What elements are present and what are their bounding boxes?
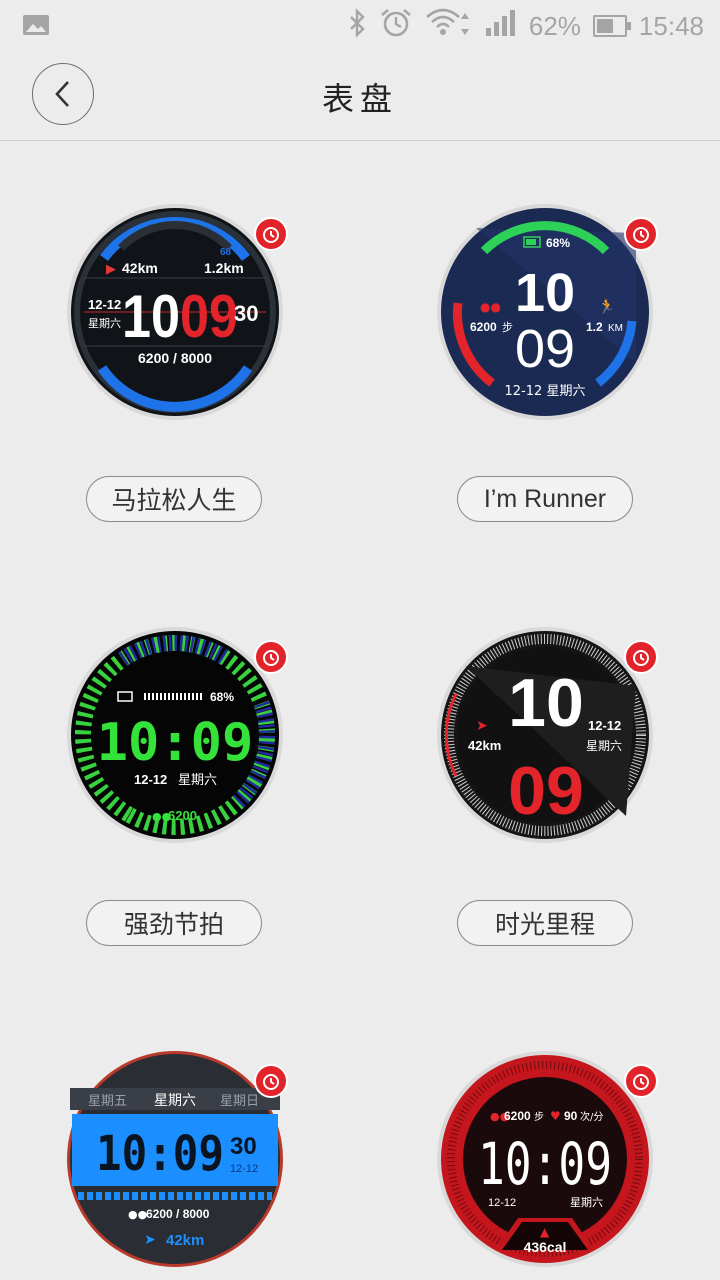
- hour: 10: [515, 263, 575, 323]
- date: 12-12: [134, 772, 167, 787]
- battery-level: [596, 19, 613, 33]
- hour: 10: [508, 665, 584, 741]
- hour: 10: [122, 283, 180, 350]
- alarm-icon: [379, 7, 413, 46]
- battery-value: 68%: [210, 690, 234, 704]
- svg-text:🏃: 🏃: [598, 298, 615, 315]
- watch-face-time-mileage[interactable]: 10 09 ➤ 42km 12-12 星期六: [436, 626, 658, 844]
- clock-badge-icon: [624, 640, 658, 674]
- battery-value: 68: [220, 247, 232, 258]
- clock-badge-icon: [254, 217, 288, 251]
- watch-face-marathon-life[interactable]: ▶ 42km 1.2km 68 12-12 星期六 10 09 30 6200 …: [66, 203, 288, 421]
- weekday: 星期六: [586, 739, 622, 753]
- watch-face-red-calorie[interactable]: ●● 6200 步 ♥ 90 次/分 10:09 12-12 星期六 ▲ 436…: [436, 1050, 658, 1268]
- steps: 6200: [470, 320, 497, 334]
- date: 12-12: [88, 297, 121, 312]
- face-name-strong-beat[interactable]: 强劲节拍: [86, 900, 262, 946]
- steps: 6200 / 8000: [146, 1207, 210, 1221]
- distance-unit: KM: [608, 323, 623, 334]
- face-name-marathon-life[interactable]: 马拉松人生: [86, 476, 262, 522]
- time: 10:09: [478, 1130, 612, 1198]
- clock-badge-icon: [624, 217, 658, 251]
- face-name-im-runner[interactable]: I’m Runner: [457, 476, 633, 522]
- weekday: 星期六: [570, 1196, 603, 1209]
- calories: 436cal: [524, 1239, 567, 1255]
- time: 10:09: [96, 1126, 224, 1182]
- svg-text:▶: ▶: [106, 262, 116, 277]
- bluetooth-icon: [347, 7, 367, 45]
- status-bar: 62% 15:48: [0, 0, 720, 52]
- heart-icon: ♥: [550, 1109, 561, 1123]
- watch-face-blue-digital[interactable]: 星期五 星期六 星期日 10:09 30 12-12 ●● 6200 / 800…: [66, 1050, 288, 1268]
- steps-unit: 步: [502, 321, 513, 334]
- wifi-icon: [425, 7, 473, 46]
- distance-today: 1.2km: [204, 260, 244, 276]
- clock: 15:48: [638, 10, 704, 41]
- day-next: 星期日: [220, 1094, 259, 1109]
- second: 30: [230, 1133, 257, 1160]
- battery-icon: [592, 15, 631, 37]
- weekday: 星期六: [88, 317, 121, 330]
- watch-face-im-runner[interactable]: 68% 10 09 ●● 6200 步 🏃 1.2 KM 12-12 星期六: [436, 203, 658, 421]
- day-current: 星期六: [154, 1093, 196, 1109]
- battery-percent: 62%: [528, 10, 581, 41]
- flame-icon: ▲: [540, 1225, 550, 1239]
- distance: 42km: [166, 1232, 204, 1249]
- gallery-notification-icon: [22, 13, 50, 41]
- weekday: 星期六: [178, 773, 217, 788]
- steps: 6200 / 8000: [138, 350, 212, 366]
- distance: 1.2: [586, 320, 603, 334]
- steps-unit: 步: [534, 1111, 544, 1123]
- steps: 6200: [168, 808, 197, 823]
- heart-rate: 90: [564, 1109, 578, 1123]
- minute: 09: [515, 319, 575, 379]
- date: 12-12: [488, 1197, 516, 1209]
- minute: 09: [508, 753, 584, 829]
- battery-value: 68%: [546, 236, 570, 250]
- watch-face-strong-beat[interactable]: 68% 10:09 12-12 星期六 ●● 6200: [66, 626, 288, 844]
- clock-badge-icon: [254, 1064, 288, 1098]
- distance-run: 42km: [122, 260, 158, 276]
- distance: 42km: [468, 738, 501, 753]
- date: 12-12: [588, 718, 621, 733]
- date: 12-12: [230, 1163, 258, 1175]
- time: 10:09: [97, 713, 254, 773]
- svg-text:●●: ●●: [480, 300, 501, 314]
- clock-badge-icon: [254, 640, 288, 674]
- clock-badge-icon: [624, 1064, 658, 1098]
- date: 12-12 星期六: [505, 384, 586, 399]
- page-title: 表盘: [321, 80, 398, 118]
- minute: 09: [180, 283, 238, 350]
- steps: 6200: [504, 1109, 531, 1123]
- svg-text:➤: ➤: [144, 1232, 156, 1248]
- day-prev: 星期五: [88, 1094, 127, 1109]
- svg-text:●●: ●●: [128, 1208, 147, 1221]
- heart-rate-unit: 次/分: [580, 1110, 603, 1123]
- signal-icon: [485, 8, 517, 45]
- face-name-time-mileage[interactable]: 时光里程: [457, 900, 633, 946]
- svg-text:➤: ➤: [476, 718, 488, 734]
- title-bar: 表盘: [0, 52, 720, 141]
- second: 30: [234, 301, 258, 326]
